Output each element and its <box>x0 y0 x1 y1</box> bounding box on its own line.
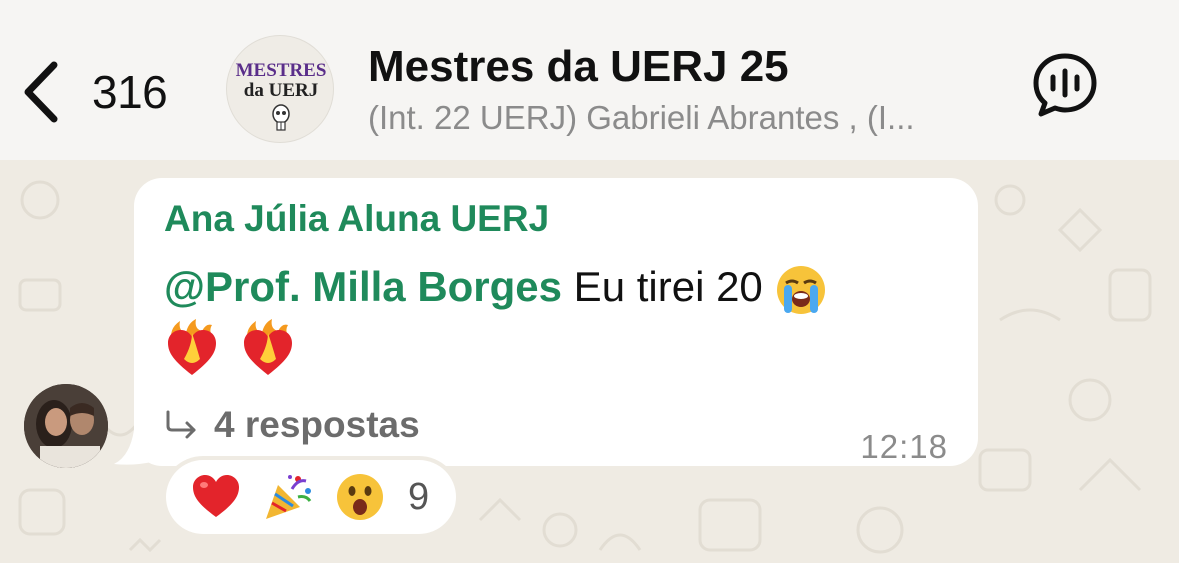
reply-arrow-icon <box>166 410 196 439</box>
svg-text:da UERJ: da UERJ <box>244 80 318 101</box>
chevron-left-icon <box>24 61 58 123</box>
replies-label: 4 respostas <box>214 404 420 445</box>
sender-photo <box>24 384 108 468</box>
back-button[interactable]: 316 <box>18 52 188 132</box>
message-time: 12:18 <box>860 428 948 465</box>
group-logo-image: MESTRES da UERJ <box>236 60 327 131</box>
sender-name[interactable]: Ana Júlia Aluna UERJ <box>164 198 549 240</box>
heart-on-fire-icon <box>168 318 216 375</box>
unread-count: 316 <box>92 66 168 118</box>
svg-text:MESTRES: MESTRES <box>236 60 327 81</box>
heart-on-fire-icon <box>243 318 292 375</box>
loudly-crying-face-icon <box>777 265 826 314</box>
mention-link[interactable]: @Prof. Milla Borges <box>164 263 562 310</box>
message-text: @Prof. Milla Borges Eu tirei 20 <box>164 258 964 379</box>
chat-members-subtitle: (Int. 22 UERJ) Gabrieli Abrantes , (I... <box>368 99 915 136</box>
message-body: Eu tirei 20 <box>562 263 763 310</box>
chat-area[interactable]: Ana Júlia Aluna UERJ @Prof. Milla Borges… <box>0 160 1179 563</box>
chat-title-block[interactable]: Mestres da UERJ 25 (Int. 22 UERJ) Gabrie… <box>368 40 1008 140</box>
replies-link[interactable]: 4 respostas <box>164 404 420 446</box>
voice-chat-button[interactable] <box>1030 50 1100 120</box>
voice-chat-icon <box>1033 53 1097 117</box>
reaction-count: 9 <box>408 475 430 518</box>
message-bubble[interactable]: Ana Júlia Aluna UERJ @Prof. Milla Borges… <box>134 178 978 466</box>
party-popper-icon <box>266 475 312 519</box>
chat-title: Mestres da UERJ 25 <box>368 42 789 91</box>
group-avatar[interactable]: MESTRES da UERJ <box>226 35 334 143</box>
sender-avatar[interactable] <box>24 384 108 468</box>
astonished-face-icon <box>337 474 383 520</box>
chat-header: 316 MESTRES da UERJ Mestres da UERJ 25 (… <box>0 0 1179 160</box>
reactions-pill[interactable]: 9 <box>166 460 456 534</box>
red-heart-icon <box>193 475 239 517</box>
